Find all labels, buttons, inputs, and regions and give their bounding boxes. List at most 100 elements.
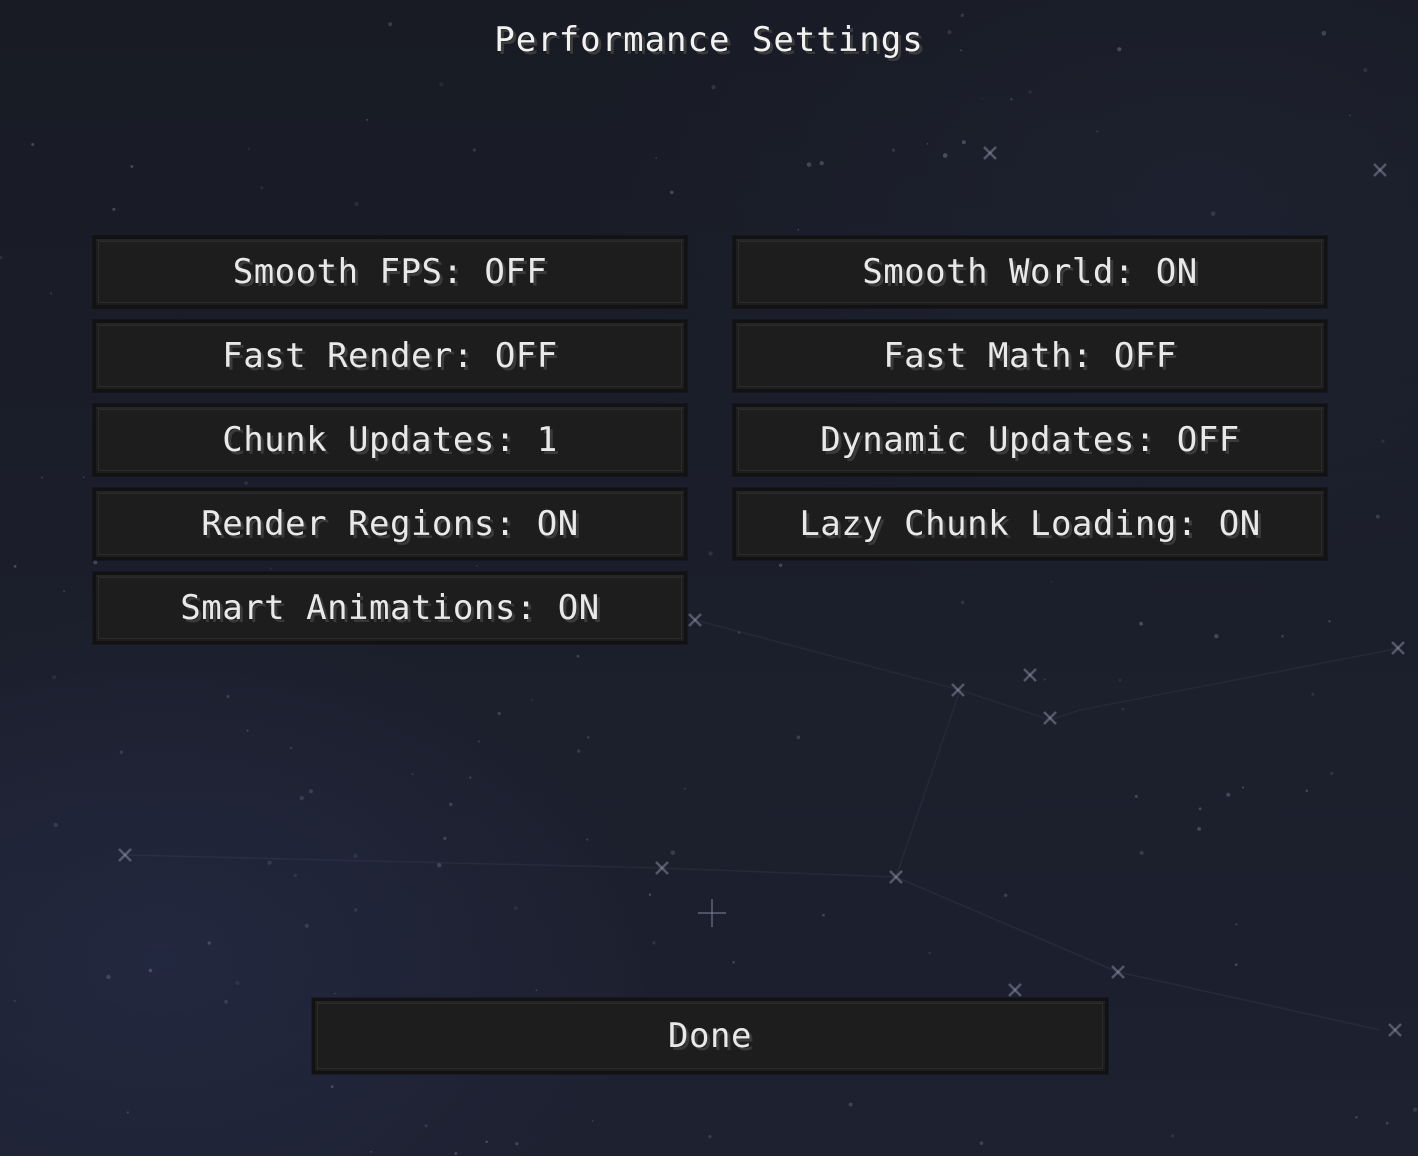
star xyxy=(737,631,741,634)
star xyxy=(515,1142,519,1146)
star xyxy=(1028,90,1032,94)
star xyxy=(224,999,228,1004)
star xyxy=(981,97,984,100)
star xyxy=(485,1140,488,1144)
star xyxy=(961,140,966,145)
star xyxy=(352,853,358,859)
star xyxy=(655,157,658,160)
bright-star xyxy=(983,146,997,160)
smart-animations-button[interactable]: Smart Animations: ON xyxy=(93,572,687,644)
chunk-updates-label: Chunk Updates: 1 xyxy=(222,420,558,460)
star xyxy=(979,1141,984,1145)
star xyxy=(53,822,58,828)
star xyxy=(244,481,249,486)
star xyxy=(531,699,534,701)
star xyxy=(942,153,948,158)
star xyxy=(260,186,264,190)
star xyxy=(711,84,716,90)
render-regions-label: Render Regions: ON xyxy=(201,504,579,544)
star xyxy=(82,476,85,479)
dynamic-updates-button[interactable]: Dynamic Updates: OFF xyxy=(733,404,1327,476)
bright-star xyxy=(1388,1023,1402,1037)
star xyxy=(226,694,230,699)
star xyxy=(1281,634,1284,638)
star xyxy=(683,787,686,790)
star xyxy=(267,860,272,865)
star xyxy=(928,951,931,955)
done-button[interactable]: Done xyxy=(312,998,1108,1074)
star xyxy=(304,923,309,928)
bright-star xyxy=(1111,965,1125,979)
smart-animations-label: Smart Animations: ON xyxy=(180,588,600,628)
star xyxy=(13,565,17,568)
star xyxy=(652,941,656,945)
star xyxy=(148,968,153,973)
star xyxy=(106,974,111,980)
star xyxy=(1050,580,1053,583)
star xyxy=(1139,621,1143,626)
star xyxy=(1134,794,1138,798)
star xyxy=(648,893,652,896)
star xyxy=(1355,1116,1358,1119)
fast-math-label: Fast Math: OFF xyxy=(883,336,1177,376)
bright-star xyxy=(1008,983,1022,997)
star xyxy=(411,773,414,776)
star xyxy=(31,143,35,147)
star xyxy=(63,590,65,592)
star xyxy=(1305,789,1309,793)
star xyxy=(670,190,674,195)
star xyxy=(1210,211,1216,216)
smooth-world-button[interactable]: Smooth World: ON xyxy=(733,236,1327,308)
render-regions-button[interactable]: Render Regions: ON xyxy=(93,488,687,560)
star xyxy=(778,563,783,567)
star xyxy=(93,560,98,565)
star xyxy=(591,1119,594,1122)
star xyxy=(513,906,518,911)
star xyxy=(299,795,305,801)
star xyxy=(1328,620,1331,623)
dynamic-updates-label: Dynamic Updates: OFF xyxy=(820,420,1240,460)
star xyxy=(477,740,480,743)
star xyxy=(1242,786,1245,789)
star xyxy=(469,776,472,779)
fast-math-button[interactable]: Fast Math: OFF xyxy=(733,320,1327,392)
chunk-updates-button[interactable]: Chunk Updates: 1 xyxy=(93,404,687,476)
star xyxy=(334,992,336,995)
fast-render-button[interactable]: Fast Render: OFF xyxy=(93,320,687,392)
star xyxy=(454,1152,458,1155)
star xyxy=(475,564,478,567)
star xyxy=(1234,963,1238,967)
constellation-line xyxy=(895,689,961,878)
star xyxy=(497,711,501,716)
star xyxy=(443,836,447,841)
star xyxy=(848,1102,853,1107)
smooth-world-label: Smooth World: ON xyxy=(862,252,1198,292)
smooth-fps-label: Smooth FPS: OFF xyxy=(232,252,548,292)
star xyxy=(1330,771,1334,775)
star xyxy=(366,118,369,121)
star xyxy=(576,654,580,658)
smooth-fps-button[interactable]: Smooth FPS: OFF xyxy=(93,236,687,308)
star xyxy=(0,256,3,260)
star xyxy=(806,162,812,167)
lazy-chunk-loading-label: Lazy Chunk Loading: ON xyxy=(799,504,1261,544)
star xyxy=(1311,692,1315,696)
star xyxy=(1412,1107,1418,1112)
star xyxy=(1348,114,1351,117)
star xyxy=(41,476,44,479)
star xyxy=(1004,893,1008,898)
star xyxy=(1043,678,1046,681)
star xyxy=(1235,923,1238,926)
star xyxy=(1171,1134,1174,1138)
star xyxy=(330,1085,334,1089)
star xyxy=(1226,792,1231,797)
lazy-chunk-loading-button[interactable]: Lazy Chunk Loading: ON xyxy=(733,488,1327,560)
star xyxy=(586,838,589,841)
star xyxy=(1381,439,1385,443)
star xyxy=(437,862,442,868)
star xyxy=(49,292,53,295)
star xyxy=(708,551,713,556)
star xyxy=(424,1124,428,1128)
star xyxy=(819,161,824,166)
bright-star xyxy=(688,613,702,627)
